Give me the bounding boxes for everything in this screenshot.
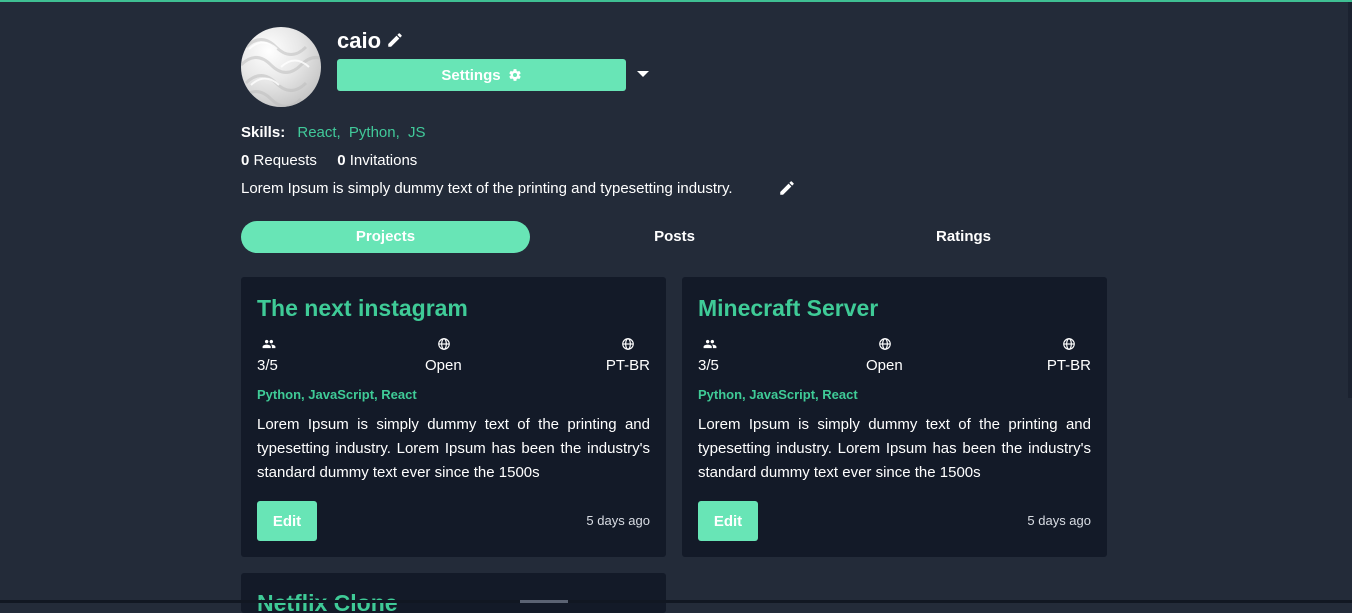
edit-button[interactable]: Edit bbox=[257, 501, 317, 541]
globe-icon bbox=[1063, 338, 1075, 350]
gear-icon bbox=[508, 69, 521, 81]
project-tech: Python, JavaScript, React bbox=[257, 387, 417, 402]
edit-button[interactable]: Edit bbox=[698, 501, 758, 541]
people-icon bbox=[262, 339, 276, 349]
bio-text: Lorem Ipsum is simply dummy text of the … bbox=[241, 180, 733, 197]
skills-label: Skills: bbox=[241, 124, 286, 141]
tab-ratings[interactable]: Ratings bbox=[819, 221, 1108, 253]
username: caio bbox=[337, 28, 382, 53]
project-language: PT-BR bbox=[605, 357, 650, 374]
vertical-scrollbar[interactable] bbox=[1348, 2, 1352, 398]
skill-tag[interactable]: Python, bbox=[349, 124, 400, 141]
counts-row: 0 Requests 0 Invitations bbox=[241, 151, 417, 171]
avatar[interactable] bbox=[241, 27, 321, 107]
project-time: 5 days ago bbox=[1027, 513, 1091, 528]
requests-label[interactable]: Requests bbox=[254, 152, 317, 169]
skill-tag[interactable]: React, bbox=[297, 124, 340, 141]
people-icon bbox=[703, 339, 717, 349]
project-card[interactable]: Minecraft Server 3/5 Open PT-BR Python, … bbox=[682, 277, 1107, 557]
tab-projects[interactable]: Projects bbox=[241, 221, 530, 253]
tab-posts[interactable]: Posts bbox=[530, 221, 819, 253]
project-members: 3/5 bbox=[698, 357, 719, 374]
project-language: PT-BR bbox=[1046, 357, 1091, 374]
project-description: Lorem Ipsum is simply dummy text of the … bbox=[257, 416, 650, 481]
project-tech: Python, JavaScript, React bbox=[698, 387, 858, 402]
settings-button[interactable]: Settings bbox=[337, 59, 626, 91]
project-card[interactable]: Netflix Clone bbox=[241, 573, 666, 613]
invitations-count: 0 bbox=[337, 152, 346, 169]
caret-down-icon[interactable] bbox=[637, 71, 649, 77]
project-time: 5 days ago bbox=[586, 513, 650, 528]
avatar-pattern bbox=[241, 38, 321, 107]
globe-icon bbox=[622, 338, 634, 350]
requests-count: 0 bbox=[241, 152, 250, 169]
project-title[interactable]: Minecraft Server bbox=[698, 295, 878, 322]
skills-row: Skills: React, Python, JS bbox=[241, 123, 429, 143]
project-members: 3/5 bbox=[257, 357, 278, 374]
invitations-label[interactable]: Invitations bbox=[350, 152, 418, 169]
project-description: Lorem Ipsum is simply dummy text of the … bbox=[698, 416, 1091, 481]
project-card[interactable]: The next instagram 3/5 Open PT-BR Python… bbox=[241, 277, 666, 557]
project-status: Open bbox=[866, 357, 903, 374]
skill-tag[interactable]: JS bbox=[408, 124, 426, 141]
globe-icon bbox=[438, 338, 450, 350]
settings-button-label: Settings bbox=[441, 66, 501, 84]
top-accent-line bbox=[0, 0, 1352, 2]
pencil-icon[interactable] bbox=[778, 179, 796, 197]
project-title[interactable]: The next instagram bbox=[257, 295, 468, 322]
globe-icon bbox=[879, 338, 891, 350]
project-status: Open bbox=[425, 357, 462, 374]
pencil-icon[interactable] bbox=[386, 31, 404, 49]
